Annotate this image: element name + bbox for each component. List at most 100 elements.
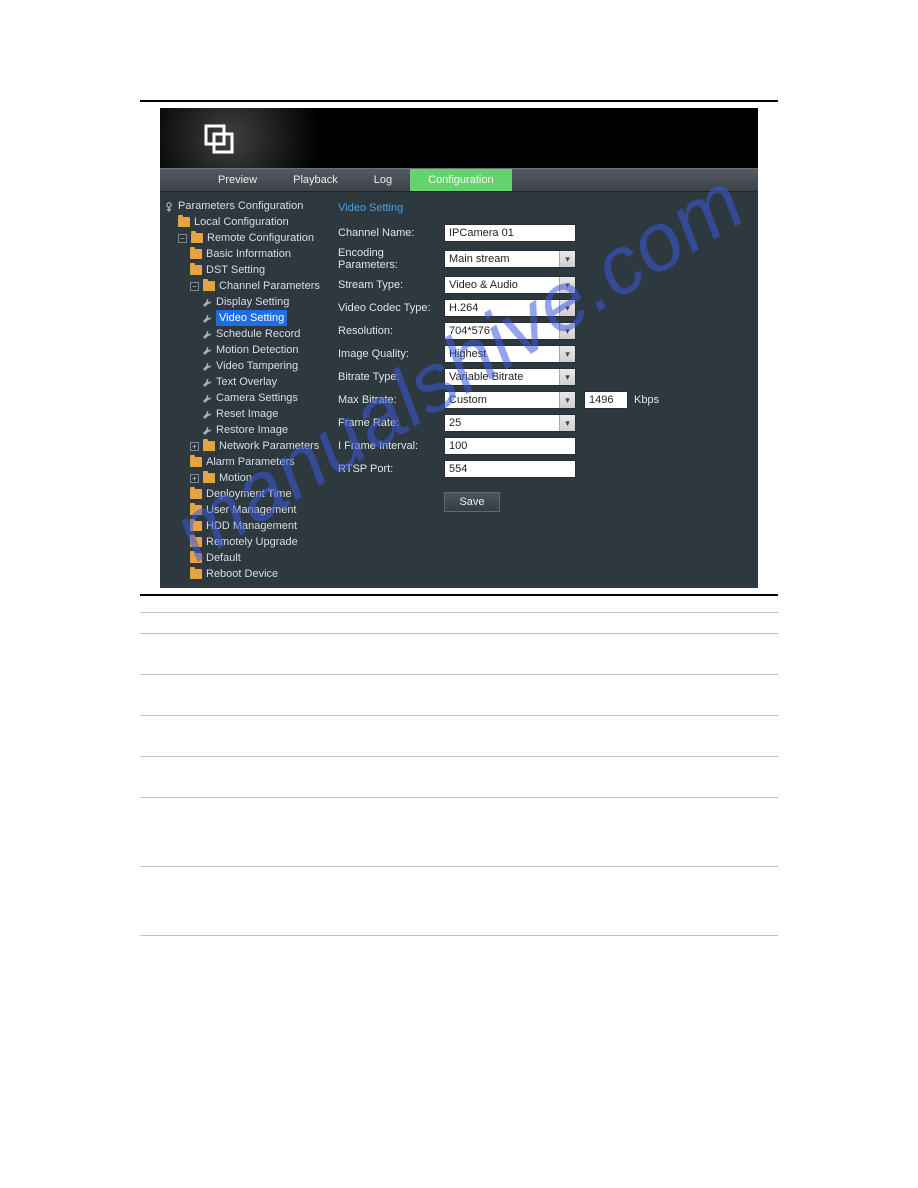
select-value: Main stream — [449, 253, 510, 265]
select-value: Highest — [449, 348, 486, 360]
tree-label: Schedule Record — [216, 326, 300, 342]
chevron-down-icon: ▾ — [559, 323, 575, 339]
page-divider-top — [140, 100, 778, 102]
wrench-icon — [202, 313, 212, 323]
config-root-icon — [164, 201, 174, 211]
tab-playback[interactable]: Playback — [275, 169, 356, 191]
label-bitrate-type: Bitrate Type: — [334, 371, 444, 383]
select-bitrate-type[interactable]: Variable Bitrate ▾ — [444, 368, 576, 386]
folder-icon — [190, 537, 202, 547]
tree-motion[interactable]: + Motion — [160, 470, 326, 486]
tree-motion-detection[interactable]: Motion Detection — [160, 342, 326, 358]
tree-label: Basic Information — [206, 246, 291, 262]
main-tabbar: Preview Playback Log Configuration — [160, 168, 758, 192]
tree-label: Text Overlay — [216, 374, 277, 390]
wrench-icon — [202, 361, 212, 371]
tree-deployment-time[interactable]: Deployment Time — [160, 486, 326, 502]
folder-icon — [190, 521, 202, 531]
chevron-down-icon: ▾ — [559, 277, 575, 293]
folder-icon — [190, 249, 202, 259]
label-stream-type: Stream Type: — [334, 279, 444, 291]
folder-icon — [203, 473, 215, 483]
tree-user-mgmt[interactable]: User Management — [160, 502, 326, 518]
folder-icon — [203, 281, 215, 291]
select-stream-type[interactable]: Video & Audio ▾ — [444, 276, 576, 294]
folder-icon — [190, 569, 202, 579]
select-value: H.264 — [449, 302, 478, 314]
input-rtsp-port[interactable] — [444, 460, 576, 478]
page-divider-bottom — [140, 594, 778, 596]
select-max-bitrate[interactable]: Custom ▾ — [444, 391, 576, 409]
tree-hdd-mgmt[interactable]: HDD Management — [160, 518, 326, 534]
tree-default[interactable]: Default — [160, 550, 326, 566]
label-video-codec: Video Codec Type: — [334, 302, 444, 314]
tree-label: Deployment Time — [206, 486, 292, 502]
tree-restore-image[interactable]: Restore Image — [160, 422, 326, 438]
label-frame-rate: Frame Rate: — [334, 417, 444, 429]
tree-label: DST Setting — [206, 262, 265, 278]
select-frame-rate[interactable]: 25 ▾ — [444, 414, 576, 432]
select-video-codec[interactable]: H.264 ▾ — [444, 299, 576, 317]
collapse-icon[interactable]: − — [178, 234, 187, 243]
app-window: Preview Playback Log Configuration Param… — [160, 108, 758, 588]
collapse-icon[interactable]: − — [190, 282, 199, 291]
tab-configuration[interactable]: Configuration — [410, 169, 511, 191]
tree-display-setting[interactable]: Display Setting — [160, 294, 326, 310]
tree-video-tampering[interactable]: Video Tampering — [160, 358, 326, 374]
select-resolution[interactable]: 704*576 ▾ — [444, 322, 576, 340]
tree-alarm-params[interactable]: Alarm Parameters — [160, 454, 326, 470]
input-max-bitrate-custom[interactable] — [584, 391, 628, 409]
folder-icon — [190, 489, 202, 499]
select-value: Video & Audio — [449, 279, 518, 291]
folder-icon — [190, 265, 202, 275]
tree-reboot[interactable]: Reboot Device — [160, 566, 326, 582]
config-sidebar: Parameters Configuration Local Configura… — [160, 192, 330, 588]
tree-label: Motion — [219, 470, 252, 486]
tree-camera-settings[interactable]: Camera Settings — [160, 390, 326, 406]
tab-preview[interactable]: Preview — [200, 169, 275, 191]
tree-label: Camera Settings — [216, 390, 298, 406]
label-channel-name: Channel Name: — [334, 227, 444, 239]
expand-icon[interactable]: + — [190, 442, 199, 451]
select-value: Variable Bitrate — [449, 371, 523, 383]
input-channel-name[interactable] — [444, 224, 576, 242]
tree-reset-image[interactable]: Reset Image — [160, 406, 326, 422]
tree-remotely-upgrade[interactable]: Remotely Upgrade — [160, 534, 326, 550]
folder-icon — [178, 217, 190, 227]
label-rtsp-port: RTSP Port: — [334, 463, 444, 475]
select-value: 704*576 — [449, 325, 490, 337]
select-value: 25 — [449, 417, 461, 429]
chevron-down-icon: ▾ — [559, 415, 575, 431]
wrench-icon — [202, 377, 212, 387]
chevron-down-icon: ▾ — [559, 251, 575, 267]
label-resolution: Resolution: — [334, 325, 444, 337]
tree-root[interactable]: Parameters Configuration — [160, 198, 326, 214]
tree-schedule-record[interactable]: Schedule Record — [160, 326, 326, 342]
tree-video-setting[interactable]: Video Setting — [160, 310, 326, 326]
tree-dst-setting[interactable]: DST Setting — [160, 262, 326, 278]
wrench-icon — [202, 393, 212, 403]
expand-icon[interactable]: + — [190, 474, 199, 483]
tree-label: Reset Image — [216, 406, 278, 422]
select-image-quality[interactable]: Highest ▾ — [444, 345, 576, 363]
tree-label: Parameters Configuration — [178, 198, 303, 214]
folder-icon — [191, 233, 203, 243]
folder-icon — [190, 553, 202, 563]
tree-text-overlay[interactable]: Text Overlay — [160, 374, 326, 390]
tree-label: Channel Parameters — [219, 278, 320, 294]
tree-label: HDD Management — [206, 518, 297, 534]
save-button[interactable]: Save — [444, 492, 500, 512]
tree-local-config[interactable]: Local Configuration — [160, 214, 326, 230]
tab-log[interactable]: Log — [356, 169, 410, 191]
content-pane: Video Setting Channel Name: Encoding Par… — [330, 192, 758, 588]
tree-basic-info[interactable]: Basic Information — [160, 246, 326, 262]
tree-remote-config[interactable]: − Remote Configuration — [160, 230, 326, 246]
tree-label: Alarm Parameters — [206, 454, 295, 470]
chevron-down-icon: ▾ — [559, 346, 575, 362]
input-i-frame[interactable] — [444, 437, 576, 455]
select-encoding-params[interactable]: Main stream ▾ — [444, 250, 576, 268]
tree-channel-params[interactable]: − Channel Parameters — [160, 278, 326, 294]
folder-icon — [203, 441, 215, 451]
tree-label: Local Configuration — [194, 214, 289, 230]
tree-network-params[interactable]: + Network Parameters — [160, 438, 326, 454]
